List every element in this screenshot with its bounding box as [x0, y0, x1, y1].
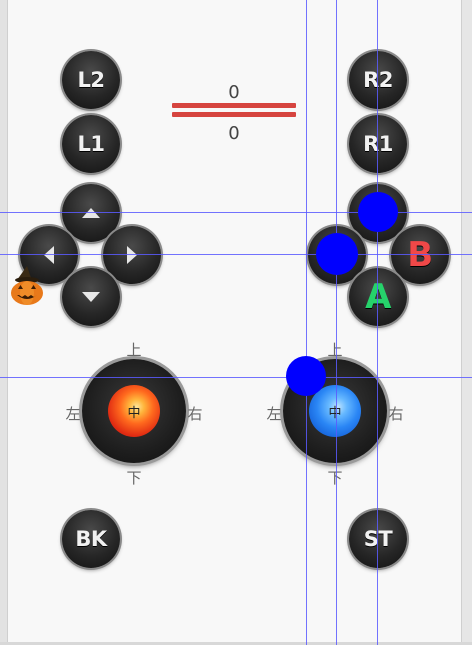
right-stick-up-label: 上: [327, 341, 343, 359]
window-left-edge: [0, 0, 8, 645]
l1-label: L1: [77, 132, 106, 156]
touch-point: [316, 233, 358, 275]
arrow-right-icon: [127, 246, 137, 264]
left-stick-center-label: 中: [127, 405, 141, 421]
left-stick-up-label: 上: [126, 341, 142, 359]
back-button[interactable]: BK: [62, 510, 120, 568]
left-stick-down-label: 下: [126, 469, 142, 487]
touch-point: [358, 192, 398, 232]
touch-guide-vertical-3: [377, 0, 378, 645]
touch-guide-vertical-1: [306, 0, 307, 645]
right-stick-down-label: 下: [327, 469, 343, 487]
touch-guide-horizontal-3: [0, 377, 472, 378]
arrow-up-icon: [82, 208, 100, 218]
trigger-bar-top: [172, 103, 296, 108]
arrow-left-icon: [44, 246, 54, 264]
touch-point: [286, 356, 326, 396]
b-button[interactable]: B: [391, 226, 449, 284]
l2-button[interactable]: L2: [62, 51, 120, 109]
left-trigger-value: 0: [228, 82, 240, 103]
l2-label: L2: [77, 68, 106, 92]
trigger-indicator: [172, 103, 296, 118]
l1-button[interactable]: L1: [62, 115, 120, 173]
right-trigger-value: 0: [228, 123, 240, 144]
dpad-right-button[interactable]: [103, 226, 161, 284]
touch-guide-horizontal-2: [0, 254, 472, 255]
left-stick-knob[interactable]: 中: [108, 385, 160, 437]
trigger-bar-bottom: [172, 112, 296, 117]
left-analog-stick[interactable]: 中: [82, 359, 186, 463]
touch-guide-vertical-2: [336, 0, 337, 645]
right-stick-right-label: 右: [388, 405, 404, 423]
start-button[interactable]: ST: [349, 510, 407, 568]
right-stick-center-label: 中: [328, 405, 342, 421]
a-button[interactable]: A: [349, 268, 407, 326]
b-label: B: [407, 235, 433, 275]
r2-button[interactable]: R2: [349, 51, 407, 109]
right-stick-left-label: 左: [266, 405, 282, 423]
pumpkin-icon: [11, 266, 43, 305]
arrow-down-icon: [82, 292, 100, 302]
dpad-down-button[interactable]: [62, 268, 120, 326]
window-right-edge: [461, 0, 472, 645]
touch-guide-horizontal-1: [0, 212, 472, 213]
back-label: BK: [75, 527, 107, 551]
left-stick-left-label: 左: [65, 405, 81, 423]
left-stick-right-label: 右: [187, 405, 203, 423]
r1-button[interactable]: R1: [349, 115, 407, 173]
